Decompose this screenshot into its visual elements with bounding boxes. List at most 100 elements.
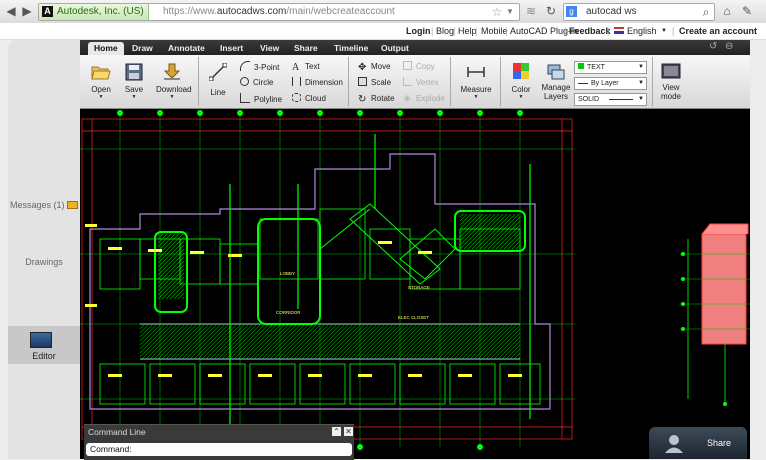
url-text[interactable]: https://www.autocadws.com/main/webcreate… [163, 4, 395, 20]
search-engine-icon[interactable]: g [566, 6, 577, 17]
view-mode-button[interactable]: View mode [656, 63, 686, 101]
floor-plan-drawing: LOBBY CORRIDOR STORAGE ELEC CLOSET [80, 110, 750, 450]
ribbon-divider [198, 57, 199, 106]
feedback-link[interactable]: Feedback [569, 25, 611, 37]
circle-button[interactable]: Circle [240, 77, 273, 88]
label-corridor: CORRIDOR [276, 310, 301, 315]
login-link[interactable]: Login [406, 25, 431, 37]
three-point-arc-button[interactable]: 3-Point [240, 61, 279, 73]
dimension-label: Dimension [305, 78, 343, 87]
search-box[interactable]: g autocad ws ⌕ [563, 3, 715, 21]
rss-icon[interactable]: ≋ [524, 3, 538, 19]
forward-icon[interactable]: ▶ [20, 3, 34, 19]
download-button[interactable]: Download ▼ [156, 63, 192, 100]
lineweight-dropdown[interactable]: SOLID ▼ [574, 93, 647, 106]
addon-icon[interactable]: ✎ [740, 3, 754, 19]
tab-draw[interactable]: Draw [132, 42, 153, 55]
tab-insert[interactable]: Insert [220, 42, 243, 55]
move-icon: ✥ [358, 62, 367, 73]
scale-button[interactable]: Scale [358, 77, 391, 88]
autodesk-favicon-icon: A [42, 6, 53, 17]
command-line-panel: Command Line ⌃ ✕ Command: [84, 424, 354, 460]
create-account-link[interactable]: Create an account [679, 25, 757, 37]
label-elec-closet: ELEC CLOSET [398, 315, 429, 320]
layer-dropdown[interactable]: TEXT ▼ [574, 61, 647, 74]
view-mode-icon [661, 63, 681, 79]
blog-link[interactable]: Blog [436, 25, 454, 37]
chevron-down-icon[interactable]: ▼ [661, 25, 667, 37]
copy-icon [403, 61, 412, 70]
help-link[interactable]: Help [458, 25, 477, 37]
explode-button[interactable]: ✳ Explode [403, 93, 445, 105]
share-button[interactable]: Share [649, 427, 747, 459]
ribbon-divider [652, 57, 653, 106]
minimize-icon[interactable]: ⊖ [725, 41, 733, 52]
save-button[interactable]: Save ▼ [123, 63, 145, 100]
copy-button[interactable]: Copy [403, 61, 435, 72]
refresh-icon[interactable]: ↺ [709, 41, 717, 52]
ribbon-divider [500, 57, 501, 106]
tab-annotate[interactable]: Annotate [168, 42, 205, 55]
move-label: Move [371, 62, 391, 71]
layer-color-swatch [578, 63, 584, 69]
tab-timeline[interactable]: Timeline [334, 42, 368, 55]
collapse-icon[interactable]: ⌃ [332, 427, 341, 436]
lineweight-sample [609, 99, 633, 100]
command-input[interactable]: Command: [86, 443, 352, 456]
search-icon[interactable]: ⌕ [700, 4, 712, 20]
scale-icon [358, 77, 367, 86]
tab-home[interactable]: Home [88, 42, 124, 55]
open-button[interactable]: Open ▼ [90, 63, 112, 100]
measure-icon [467, 67, 485, 77]
nav-separator: | [672, 26, 675, 36]
tab-output[interactable]: Output [381, 42, 409, 55]
autocad-ws-editor: Home Draw Annotate Insert View Share Tim… [80, 40, 750, 459]
measure-button[interactable]: Measure ▼ [460, 63, 492, 100]
mobile-link[interactable]: Mobile [481, 25, 508, 37]
drawings-item[interactable]: Drawings [8, 257, 80, 267]
drawing-canvas[interactable]: LOBBY CORRIDOR STORAGE ELEC CLOSET [80, 109, 750, 459]
move-button[interactable]: ✥ Move [358, 61, 391, 73]
plugin-link[interactable]: AutoCAD Plug-in [510, 25, 578, 37]
back-icon[interactable]: ◀ [4, 3, 18, 19]
dropdown-arrow-icon[interactable]: ▼ [505, 4, 515, 20]
close-icon[interactable]: ✕ [344, 427, 353, 436]
chevron-down-icon: ▼ [638, 64, 644, 70]
home-icon[interactable]: ⌂ [720, 3, 734, 19]
vertex-label: Vertex [416, 78, 439, 87]
site-identity-badge[interactable]: A Autodesk, Inc. (US) [39, 4, 149, 20]
envelope-icon [67, 201, 79, 209]
language-selector[interactable]: English [627, 25, 657, 37]
search-input[interactable]: autocad ws [586, 4, 637, 20]
chevron-down-icon: ▼ [638, 80, 644, 86]
ribbon-tabs: Home Draw Annotate Insert View Share Tim… [80, 40, 750, 55]
vertex-button[interactable]: Vertex [403, 77, 439, 88]
tab-view[interactable]: View [260, 42, 279, 55]
text-button[interactable]: A Text [292, 61, 320, 73]
editor-item[interactable]: Editor [8, 326, 80, 364]
nav-separator: | [475, 26, 478, 36]
linetype-dropdown[interactable]: By Layer ▼ [574, 77, 647, 90]
dimension-button[interactable]: Dimension [292, 77, 343, 88]
messages-item[interactable]: Messages (1) [8, 200, 80, 210]
explode-label: Explode [416, 94, 445, 103]
tab-share[interactable]: Share [294, 42, 318, 55]
floppy-disk-icon [125, 63, 143, 81]
color-button[interactable]: Color ▼ [508, 63, 534, 100]
manage-layers-button[interactable]: Manage Layers [540, 63, 572, 101]
site-navigation: Login | Blog | Help | Mobile | AutoCAD P… [0, 23, 766, 40]
color-palette-icon [513, 63, 529, 79]
polyline-button[interactable]: Polyline [240, 93, 282, 105]
line-button[interactable]: Line [206, 63, 230, 97]
cloud-button[interactable]: Cloud [292, 93, 326, 104]
chevron-down-icon: ▼ [131, 94, 137, 100]
reload-icon[interactable]: ↻ [544, 3, 558, 19]
bookmark-star-icon[interactable]: ☆ [491, 4, 503, 20]
rotate-button[interactable]: ↻ Rotate [358, 93, 395, 105]
stair-hatch-right [460, 214, 520, 249]
chevron-down-icon: ▼ [98, 94, 104, 100]
address-bar[interactable]: A Autodesk, Inc. (US) https://www.autoca… [38, 3, 520, 21]
manage-layers-label: Manage Layers [541, 83, 571, 101]
editor-label: Editor [32, 351, 56, 361]
rotate-icon: ↻ [358, 94, 367, 105]
